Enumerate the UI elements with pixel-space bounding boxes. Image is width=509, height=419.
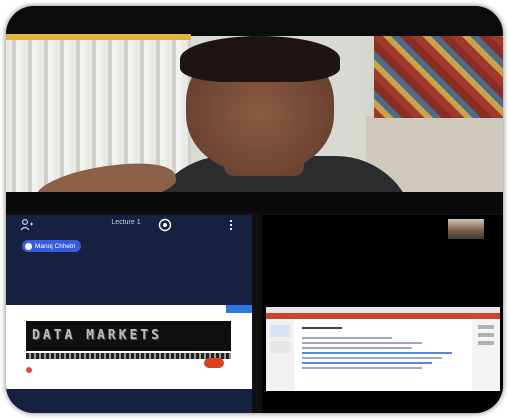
document-text-line bbox=[302, 367, 422, 369]
document-text-line bbox=[302, 347, 412, 349]
document-text-line bbox=[302, 352, 452, 354]
classroom-panel: Lecture 1 Manoj Chhetri DATA MARKETS bbox=[6, 215, 252, 413]
board-toolbar-strip[interactable] bbox=[226, 305, 252, 313]
record-dot-icon bbox=[26, 367, 32, 373]
record-badge[interactable] bbox=[204, 358, 224, 368]
screen-share-panel bbox=[262, 215, 503, 413]
self-view-thumbnail[interactable] bbox=[448, 219, 484, 239]
lecture-title: Lecture 1 bbox=[111, 219, 141, 226]
bottom-bar bbox=[6, 192, 503, 213]
document-ribbon bbox=[266, 313, 500, 319]
participant-name-chip[interactable]: Manoj Chhetri bbox=[22, 240, 82, 252]
document-text-line bbox=[302, 357, 442, 359]
whiteboard-text: DATA MARKETS bbox=[26, 321, 231, 351]
mic-icon bbox=[25, 242, 32, 250]
slide-thumbnail bbox=[270, 341, 290, 353]
people-icon[interactable] bbox=[20, 218, 34, 232]
document-heading-line bbox=[302, 327, 342, 329]
speaker-hair bbox=[180, 36, 340, 82]
video-call-window: Lecture 1 Manoj Chhetri DATA MARKETS bbox=[6, 6, 503, 413]
document-side-panel bbox=[472, 319, 500, 391]
shared-document-window bbox=[266, 307, 500, 391]
side-panel-item bbox=[478, 325, 494, 329]
whiteboard-scribble bbox=[26, 353, 231, 359]
video-top-band bbox=[6, 6, 503, 36]
more-vertical-icon[interactable] bbox=[228, 219, 234, 231]
participant-name: Manoj Chhetri bbox=[35, 242, 76, 250]
whiteboard-share: DATA MARKETS bbox=[6, 305, 252, 389]
classroom-header: Lecture 1 bbox=[6, 215, 252, 235]
document-text-line bbox=[302, 362, 432, 364]
document-text-line bbox=[302, 337, 392, 339]
wall-tapestry bbox=[374, 36, 503, 118]
side-panel-item bbox=[478, 341, 494, 345]
main-speaker-video[interactable] bbox=[6, 6, 503, 211]
slide-thumbnail bbox=[270, 325, 290, 337]
camera-icon[interactable] bbox=[158, 218, 172, 232]
side-panel-item bbox=[478, 333, 494, 337]
document-text-line bbox=[302, 342, 422, 344]
